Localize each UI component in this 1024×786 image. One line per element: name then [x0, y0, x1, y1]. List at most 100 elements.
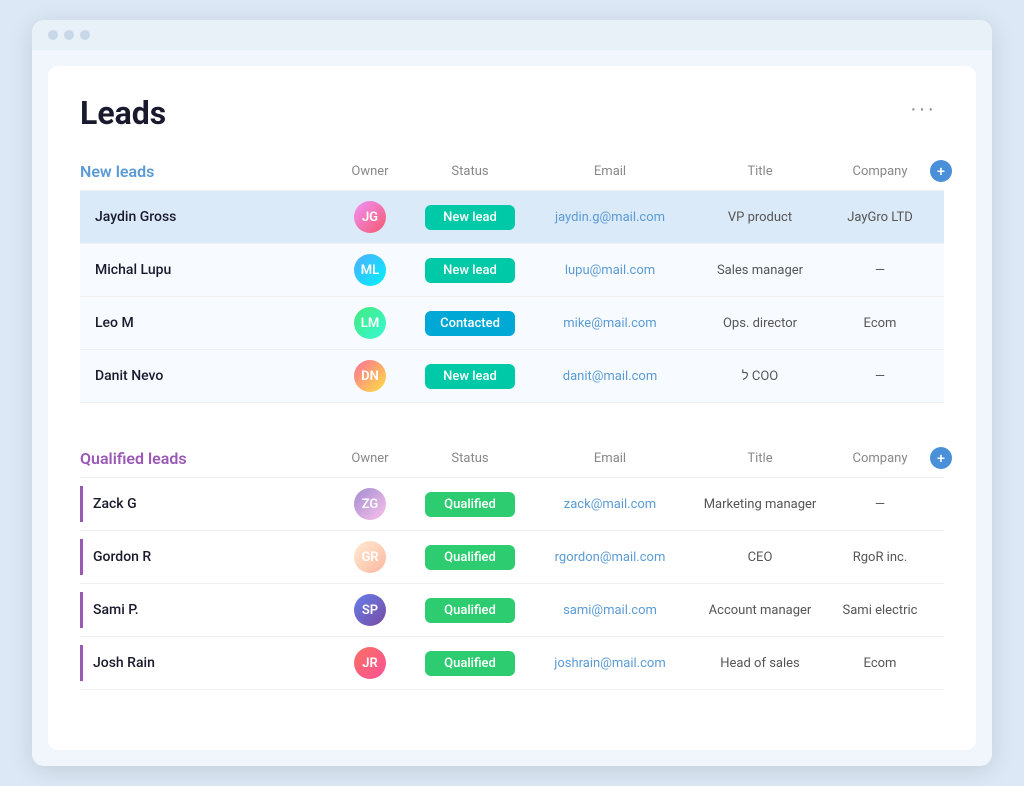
- page-header: Leads ···: [80, 94, 944, 132]
- avatar: LM: [354, 307, 386, 339]
- new-leads-header: New leads Owner Status Email Title Compa…: [80, 160, 944, 182]
- lead-name: Michal Lupu: [80, 252, 330, 288]
- lead-owner: JG: [330, 191, 410, 243]
- lead-name: Zack G: [80, 486, 330, 522]
- table-row[interactable]: Gordon R GR Qualified rgordon@mail.com C…: [80, 530, 944, 583]
- lead-company: —: [830, 487, 930, 522]
- lead-action: [930, 494, 970, 514]
- status-badge: Qualified: [425, 651, 515, 676]
- status-badge: Qualified: [425, 598, 515, 623]
- section-spacer: [80, 435, 944, 447]
- lead-owner: SP: [330, 584, 410, 636]
- avatar: ML: [354, 254, 386, 286]
- lead-owner: JR: [330, 637, 410, 689]
- avatar: SP: [354, 594, 386, 626]
- lead-company: RgoR inc.: [830, 540, 930, 575]
- lead-action: [930, 260, 970, 280]
- col-header-email-new: Email: [530, 164, 690, 179]
- lead-title: CEO: [690, 540, 830, 575]
- status-badge: New lead: [425, 205, 515, 230]
- add-new-lead-button[interactable]: +: [930, 160, 952, 182]
- qualified-leads-section: Qualified leads Owner Status Email Title…: [80, 447, 944, 690]
- lead-name: Danit Nevo: [80, 358, 330, 394]
- new-leads-title: New leads: [80, 162, 330, 181]
- lead-action: [930, 600, 970, 620]
- col-header-title-qualified: Title: [690, 451, 830, 466]
- lead-email: jaydin.g@mail.com: [530, 200, 690, 235]
- lead-email: lupu@mail.com: [530, 253, 690, 288]
- lead-title: Sales manager: [690, 253, 830, 288]
- lead-owner: GR: [330, 531, 410, 583]
- lead-name: Leo M: [80, 305, 330, 341]
- col-header-title-new: Title: [690, 164, 830, 179]
- lead-action: [930, 313, 970, 333]
- lead-title: Head of sales: [690, 646, 830, 681]
- table-row[interactable]: Michal Lupu ML New lead lupu@mail.com Sa…: [80, 243, 944, 296]
- qualified-leads-title: Qualified leads: [80, 449, 330, 468]
- lead-company: Sami electric: [830, 593, 930, 628]
- col-header-company-qualified: Company: [830, 451, 930, 466]
- col-header-owner-new: Owner: [330, 164, 410, 179]
- lead-status: Qualified: [410, 535, 530, 580]
- table-row[interactable]: Leo M LM Contacted mike@mail.com Ops. di…: [80, 296, 944, 349]
- lead-status: Qualified: [410, 588, 530, 633]
- lead-title: Account manager: [690, 593, 830, 628]
- status-badge: Qualified: [425, 545, 515, 570]
- lead-email: rgordon@mail.com: [530, 540, 690, 575]
- lead-status: Qualified: [410, 482, 530, 527]
- table-row[interactable]: Josh Rain JR Qualified joshrain@mail.com…: [80, 636, 944, 690]
- status-badge: New lead: [425, 364, 515, 389]
- lead-email: sami@mail.com: [530, 593, 690, 628]
- lead-status: New lead: [410, 195, 530, 240]
- table-row[interactable]: Sami P. SP Qualified sami@mail.com Accou…: [80, 583, 944, 636]
- main-content: Leads ··· New leads Owner Status Email T…: [48, 66, 976, 750]
- lead-email: danit@mail.com: [530, 359, 690, 394]
- avatar: DN: [354, 360, 386, 392]
- status-badge: New lead: [425, 258, 515, 283]
- col-header-owner-qualified: Owner: [330, 451, 410, 466]
- lead-title: Ops. director: [690, 306, 830, 341]
- lead-name: Jaydin Gross: [80, 199, 330, 235]
- lead-company: Ecom: [830, 306, 930, 341]
- col-header-company-new: Company: [830, 164, 930, 179]
- lead-status: Contacted: [410, 301, 530, 346]
- new-leads-section: New leads Owner Status Email Title Compa…: [80, 160, 944, 403]
- lead-status: New lead: [410, 248, 530, 293]
- more-options-button[interactable]: ···: [902, 94, 944, 125]
- col-header-status-new: Status: [410, 164, 530, 179]
- lead-company: —: [830, 253, 930, 288]
- lead-email: mike@mail.com: [530, 306, 690, 341]
- col-header-email-qualified: Email: [530, 451, 690, 466]
- qualified-leads-header: Qualified leads Owner Status Email Title…: [80, 447, 944, 469]
- lead-owner: LM: [330, 297, 410, 349]
- lead-company: —: [830, 359, 930, 394]
- lead-title: Marketing manager: [690, 487, 830, 522]
- lead-name: Sami P.: [80, 592, 330, 628]
- lead-action: [930, 547, 970, 567]
- title-bar: [32, 20, 992, 50]
- add-qualified-lead-button[interactable]: +: [930, 447, 952, 469]
- lead-title: ל COO: [690, 358, 830, 394]
- lead-status: Qualified: [410, 641, 530, 686]
- window-dot-3: [80, 30, 90, 40]
- window-dot-1: [48, 30, 58, 40]
- lead-status: New lead: [410, 354, 530, 399]
- lead-owner: ZG: [330, 478, 410, 530]
- avatar: GR: [354, 541, 386, 573]
- avatar: ZG: [354, 488, 386, 520]
- avatar: JG: [354, 201, 386, 233]
- table-row[interactable]: Zack G ZG Qualified zack@mail.com Market…: [80, 477, 944, 530]
- lead-title: VP product: [690, 200, 830, 235]
- table-row[interactable]: Danit Nevo DN New lead danit@mail.com ל …: [80, 349, 944, 403]
- lead-action: [930, 366, 970, 386]
- lead-name: Gordon R: [80, 539, 330, 575]
- avatar: JR: [354, 647, 386, 679]
- table-row[interactable]: Jaydin Gross JG New lead jaydin.g@mail.c…: [80, 190, 944, 243]
- lead-name: Josh Rain: [80, 645, 330, 681]
- lead-company: Ecom: [830, 646, 930, 681]
- status-badge: Contacted: [425, 311, 515, 336]
- window-dot-2: [64, 30, 74, 40]
- status-badge: Qualified: [425, 492, 515, 517]
- app-window: Leads ··· New leads Owner Status Email T…: [32, 20, 992, 766]
- lead-action: [930, 207, 970, 227]
